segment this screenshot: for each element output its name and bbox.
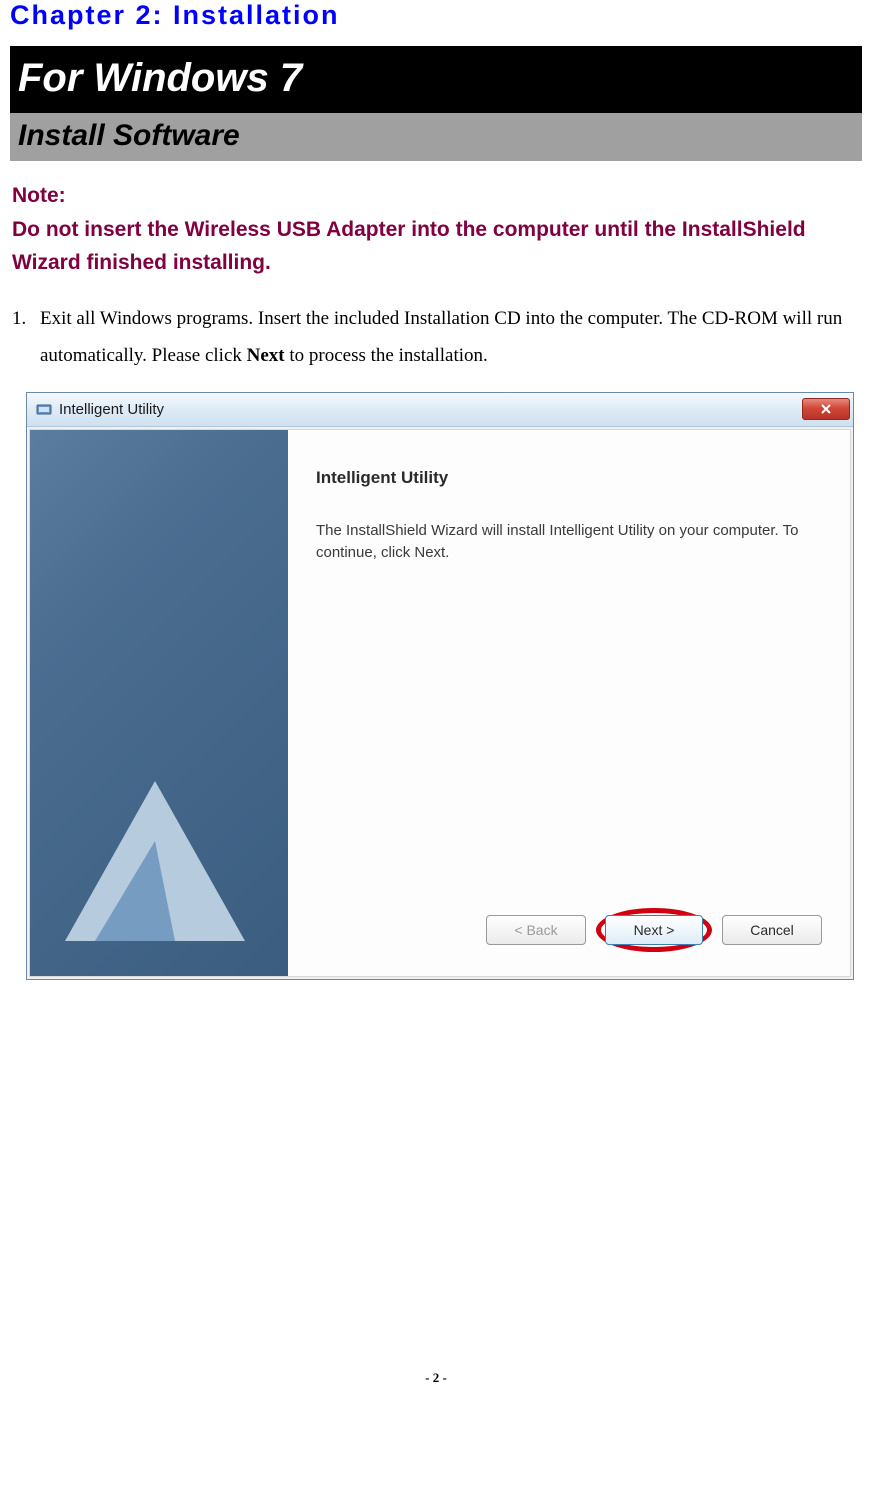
next-button[interactable]: Next > <box>605 915 703 945</box>
dialog-title-label: Intelligent Utility <box>59 401 802 418</box>
page-number: - 2 - <box>10 1370 862 1396</box>
wizard-heading: Intelligent Utility <box>316 468 822 488</box>
wizard-side-panel <box>30 430 288 976</box>
section-heading-install: Install Software <box>10 113 862 161</box>
installshield-logo-icon <box>65 781 245 941</box>
step-number: 1. <box>12 300 40 374</box>
highlight-ellipse: Next > <box>596 908 712 952</box>
cancel-button[interactable]: Cancel <box>722 915 822 945</box>
back-button[interactable]: < Back <box>486 915 586 945</box>
dialog-body: Intelligent Utility The InstallShield Wi… <box>29 429 851 977</box>
wizard-body-text: The InstallShield Wizard will install In… <box>316 520 822 564</box>
chapter-title: Chapter 2: Installation <box>10 0 862 46</box>
step-list: 1. Exit all Windows programs. Insert the… <box>10 288 862 374</box>
step-item: 1. Exit all Windows programs. Insert the… <box>12 300 860 374</box>
installer-dialog: Intelligent Utility Intelligent Utility … <box>26 392 854 980</box>
close-icon <box>820 404 832 414</box>
app-icon <box>35 400 53 418</box>
note-label: Note: <box>12 179 860 213</box>
section-heading-windows: For Windows 7 <box>10 46 862 113</box>
step-text: Exit all Windows programs. Insert the in… <box>40 300 860 374</box>
wizard-content-panel: Intelligent Utility The InstallShield Wi… <box>288 430 850 976</box>
note-text: Do not insert the Wireless USB Adapter i… <box>12 213 860 280</box>
dialog-titlebar: Intelligent Utility <box>27 393 853 427</box>
step-text-bold: Next <box>247 345 285 366</box>
step-text-after: to process the installation. <box>285 345 488 366</box>
wizard-button-row: < Back Next > Cancel <box>316 908 822 958</box>
note-block: Note: Do not insert the Wireless USB Ada… <box>10 161 862 288</box>
close-button[interactable] <box>802 398 850 420</box>
